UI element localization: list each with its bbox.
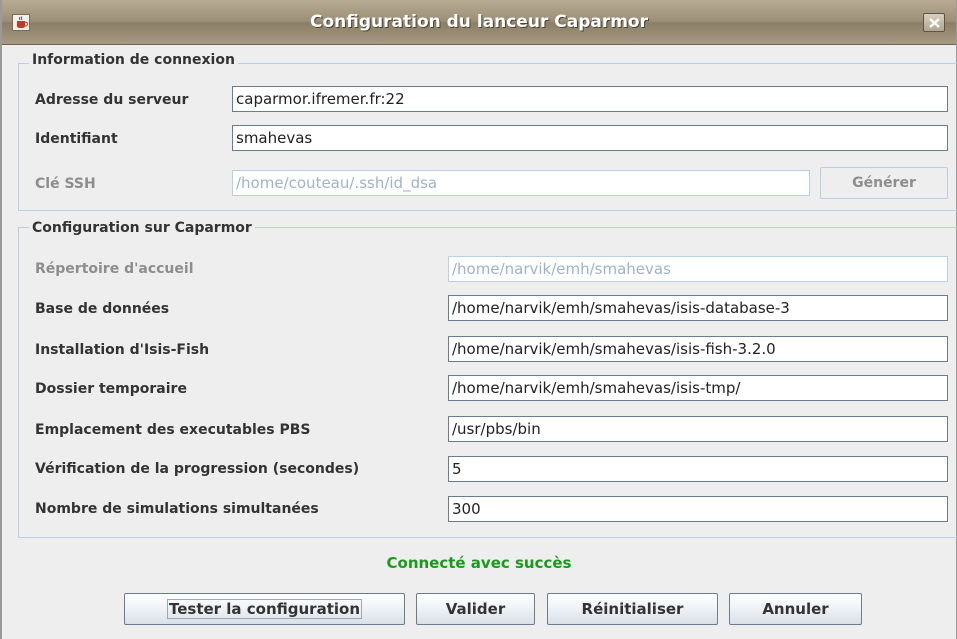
config-dialog: Configuration du lanceur Caparmor Inform… — [0, 0, 957, 639]
close-icon — [929, 18, 940, 28]
check-interval-input[interactable]: 5 — [448, 456, 948, 482]
close-button[interactable] — [923, 13, 945, 32]
cancel-button[interactable]: Annuler — [729, 593, 862, 625]
login-label: Identifiant — [35, 131, 118, 147]
validate-button[interactable]: Valider — [416, 593, 535, 625]
test-config-button-label: Tester la configuration — [166, 599, 363, 619]
install-input[interactable]: /home/narvik/emh/smahevas/isis-fish-3.2.… — [448, 336, 948, 362]
validate-button-label: Valider — [445, 600, 506, 618]
reset-button-label: Réinitialiser — [581, 600, 684, 618]
pbs-label: Emplacement des executables PBS — [35, 422, 311, 438]
login-input[interactable]: smahevas — [232, 125, 948, 151]
temp-dir-label: Dossier temporaire — [35, 381, 187, 397]
cancel-button-label: Annuler — [762, 600, 829, 618]
pbs-input[interactable]: /usr/pbs/bin — [448, 416, 948, 442]
window-title: Configuration du lanceur Caparmor — [310, 12, 648, 32]
title-bar[interactable]: Configuration du lanceur Caparmor — [2, 0, 956, 45]
temp-dir-input[interactable]: /home/narvik/emh/smahevas/isis-tmp/ — [448, 375, 948, 401]
home-dir-input: /home/narvik/emh/smahevas — [448, 256, 948, 282]
reset-button[interactable]: Réinitialiser — [547, 593, 718, 625]
home-dir-label: Répertoire d'accueil — [35, 261, 194, 277]
server-label: Adresse du serveur — [35, 92, 189, 108]
database-input[interactable]: /home/narvik/emh/smahevas/isis-database-… — [448, 295, 948, 321]
simulations-input[interactable]: 300 — [448, 496, 948, 522]
caparmor-group-title: Configuration sur Caparmor — [29, 219, 255, 237]
ssh-key-label: Clé SSH — [35, 176, 96, 192]
generate-button: Générer — [820, 167, 948, 199]
generate-button-label: Générer — [852, 175, 916, 191]
connection-status: Connecté avec succès — [386, 554, 572, 572]
connexion-group-title: Information de connexion — [29, 51, 238, 69]
ssh-key-input: /home/couteau/.ssh/id_dsa — [232, 170, 810, 196]
install-label: Installation d'Isis-Fish — [35, 342, 210, 358]
database-label: Base de données — [35, 301, 170, 317]
test-config-button[interactable]: Tester la configuration — [124, 593, 405, 625]
check-interval-label: Vérification de la progression (secondes… — [35, 461, 360, 477]
simulations-label: Nombre de simulations simultanées — [35, 501, 319, 517]
server-input[interactable]: caparmor.ifremer.fr:22 — [232, 86, 948, 112]
